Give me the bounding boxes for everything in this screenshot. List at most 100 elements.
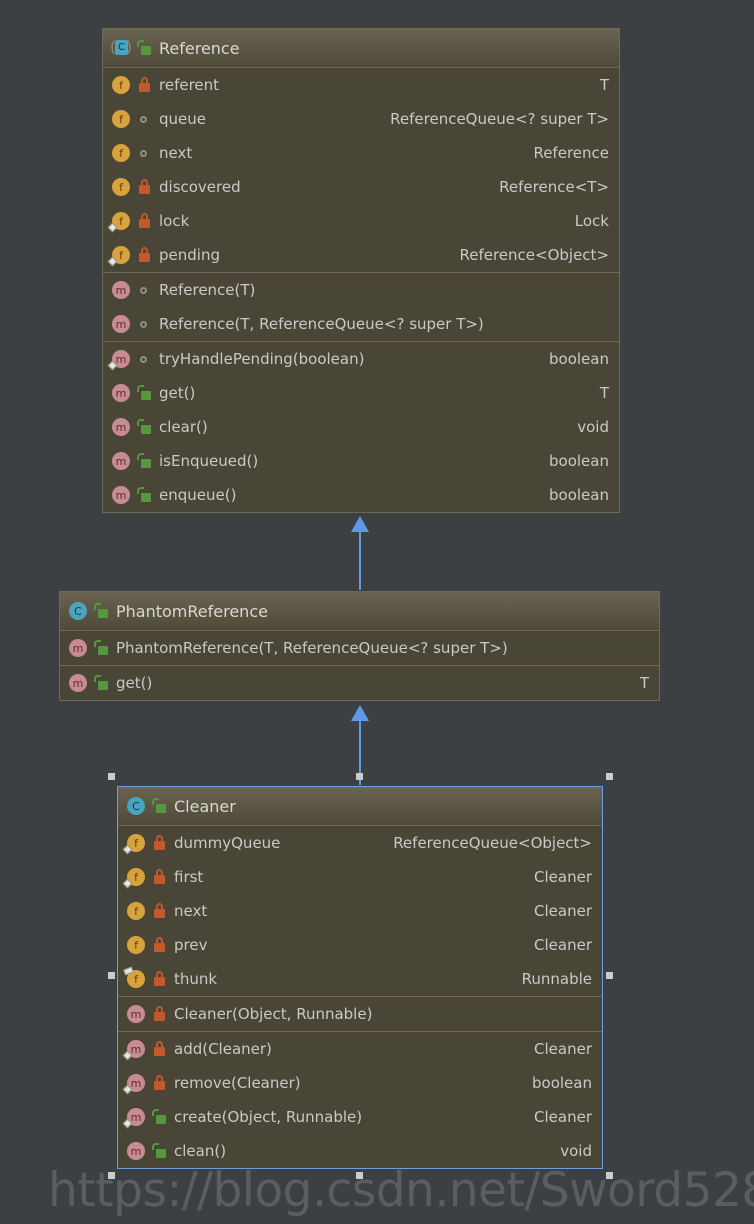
member-type: T <box>639 674 649 692</box>
cleaner-method-row[interactable]: m create(Object, Runnable) Cleaner <box>118 1100 602 1134</box>
selection-handle-bottom-left[interactable] <box>108 1172 115 1179</box>
member-type: ReferenceQueue<Object> <box>393 834 592 852</box>
member-name: add(Cleaner) <box>174 1040 272 1058</box>
member-name: prev <box>174 936 208 954</box>
public-unlock-icon <box>137 385 151 401</box>
method-icon: m <box>126 1141 146 1161</box>
phantomreference-method-row[interactable]: m PhantomReference(T, ReferenceQueue<? su… <box>60 631 659 665</box>
cleaner-field-row[interactable]: f dummyQueue ReferenceQueue<Object> <box>118 826 602 860</box>
class-section-fields: f dummyQueue ReferenceQueue<Object> f first C… <box>118 826 602 997</box>
cleaner-method-row[interactable]: m remove(Cleaner) boolean <box>118 1066 602 1100</box>
private-lock-icon <box>152 1075 166 1091</box>
private-lock-icon <box>152 869 166 885</box>
public-unlock-icon <box>94 675 108 691</box>
member-type: Cleaner <box>534 1108 592 1126</box>
reference-field-row[interactable]: f referent T <box>103 68 619 102</box>
reference-method-row[interactable]: m enqueue() boolean <box>103 478 619 512</box>
member-name: get() <box>159 384 196 402</box>
member-name: first <box>174 868 204 886</box>
reference-field-row[interactable]: f pending Reference<Object> <box>103 238 619 272</box>
selection-handle-bottom-center[interactable] <box>356 1172 363 1179</box>
class-header-reference[interactable]: (C) Reference <box>103 29 619 68</box>
member-name: discovered <box>159 178 241 196</box>
member-type: Cleaner <box>534 868 592 886</box>
member-name: pending <box>159 246 220 264</box>
member-type: void <box>560 1142 592 1160</box>
uml-diagram-canvas[interactable]: https://blog.csdn.net/Sword52888 (C) Refe… <box>0 0 754 1224</box>
member-name: enqueue() <box>159 486 237 504</box>
member-type: Cleaner <box>534 902 592 920</box>
reference-field-row[interactable]: f next Reference <box>103 136 619 170</box>
selection-handle-top-right[interactable] <box>606 773 613 780</box>
class-header-phantomreference[interactable]: C PhantomReference <box>60 592 659 631</box>
reference-method-row[interactable]: m get() T <box>103 376 619 410</box>
member-type: boolean <box>549 486 609 504</box>
class-box-phantomreference[interactable]: C PhantomReference m PhantomReference(T, Re… <box>59 591 660 701</box>
member-name: clean() <box>174 1142 227 1160</box>
method-icon: m <box>111 314 131 334</box>
field-icon: f <box>122 867 146 889</box>
member-type: Reference<Object> <box>459 246 609 264</box>
selection-handle-top-center[interactable] <box>356 773 363 780</box>
reference-method-row[interactable]: m isEnqueued() boolean <box>103 444 619 478</box>
member-type: void <box>577 418 609 436</box>
reference-method-row[interactable]: m clear() void <box>103 410 619 444</box>
private-lock-icon <box>137 77 151 93</box>
member-name: Cleaner(Object, Runnable) <box>174 1005 373 1023</box>
cleaner-field-row[interactable]: f first Cleaner <box>118 860 602 894</box>
method-icon: m <box>122 1039 146 1061</box>
cleaner-method-row[interactable]: m Cleaner(Object, Runnable) <box>118 997 602 1031</box>
class-box-cleaner[interactable]: C Cleaner f dummyQueue ReferenceQueue<Object… <box>117 786 603 1169</box>
private-lock-icon <box>137 213 151 229</box>
member-type: Reference<T> <box>499 178 609 196</box>
reference-method-row[interactable]: m tryHandlePending(boolean) boolean <box>103 342 619 376</box>
member-type: Runnable <box>521 970 592 988</box>
member-name: dummyQueue <box>174 834 281 852</box>
member-name: Reference(T, ReferenceQueue<? super T>) <box>159 315 484 333</box>
selection-handle-top-left[interactable] <box>108 773 115 780</box>
member-type: boolean <box>532 1074 592 1092</box>
field-icon: f <box>126 935 146 955</box>
edge-line <box>359 530 361 590</box>
selection-handle-middle-left[interactable] <box>108 972 115 979</box>
class-icon: C <box>126 796 146 816</box>
reference-method-row[interactable]: m Reference(T, ReferenceQueue<? super T>) <box>103 307 619 341</box>
class-box-reference[interactable]: (C) Reference f referent T f queue ReferenceQue… <box>102 28 620 513</box>
field-icon: f <box>126 901 146 921</box>
selection-handle-middle-right[interactable] <box>606 972 613 979</box>
member-type: Lock <box>574 212 609 230</box>
cleaner-field-row[interactable]: f next Cleaner <box>118 894 602 928</box>
reference-method-row[interactable]: m Reference(T) <box>103 273 619 307</box>
member-name: Reference(T) <box>159 281 256 299</box>
member-type: boolean <box>549 350 609 368</box>
method-icon: m <box>107 349 131 371</box>
cleaner-method-row[interactable]: m add(Cleaner) Cleaner <box>118 1032 602 1066</box>
public-unlock-icon <box>137 40 151 56</box>
public-unlock-icon <box>137 419 151 435</box>
package-private-circle-icon <box>137 282 151 298</box>
reference-field-row[interactable]: f queue ReferenceQueue<? super T> <box>103 102 619 136</box>
private-lock-icon <box>152 971 166 987</box>
field-icon: f <box>111 177 131 197</box>
member-name: get() <box>116 674 153 692</box>
member-name: thunk <box>174 970 218 988</box>
reference-field-row[interactable]: f discovered Reference<T> <box>103 170 619 204</box>
public-unlock-icon <box>152 1109 166 1125</box>
package-private-circle-icon <box>137 316 151 332</box>
reference-field-row[interactable]: f lock Lock <box>103 204 619 238</box>
member-type: ReferenceQueue<? super T> <box>390 110 609 128</box>
cleaner-method-row[interactable]: m clean() void <box>118 1134 602 1168</box>
field-icon: f <box>122 833 146 855</box>
cleaner-field-row[interactable]: f prev Cleaner <box>118 928 602 962</box>
watermark-text: https://blog.csdn.net/Sword52888 <box>48 1163 754 1218</box>
method-icon: m <box>122 1107 146 1129</box>
phantomreference-method-row[interactable]: m get() T <box>60 666 659 700</box>
private-lock-icon <box>152 1006 166 1022</box>
public-unlock-icon <box>152 798 166 814</box>
class-section-constructors: m Reference(T) m Reference(T, ReferenceQueu… <box>103 273 619 342</box>
selection-handle-bottom-right[interactable] <box>606 1172 613 1179</box>
cleaner-field-row[interactable]: f thunk Runnable <box>118 962 602 996</box>
member-type: boolean <box>549 452 609 470</box>
class-header-cleaner[interactable]: C Cleaner <box>118 787 602 826</box>
member-name: queue <box>159 110 206 128</box>
